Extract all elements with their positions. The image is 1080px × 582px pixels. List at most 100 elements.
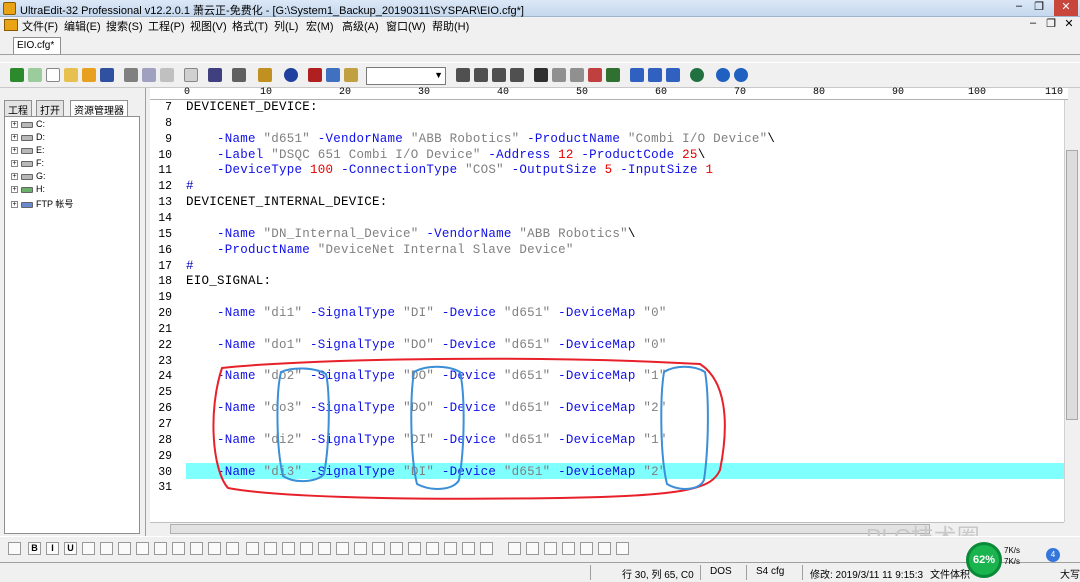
radio-icon[interactable]: [354, 542, 367, 555]
paragraph-icon[interactable]: [136, 542, 149, 555]
code-line[interactable]: #: [186, 179, 194, 193]
horizontal-scroll-thumb[interactable]: [170, 524, 930, 534]
image-icon[interactable]: [246, 542, 259, 555]
menu-edit[interactable]: 编辑(E): [64, 18, 101, 34]
help-icon[interactable]: [734, 68, 748, 82]
tree-item-g[interactable]: + G:: [11, 171, 46, 183]
list-icon[interactable]: [208, 68, 222, 82]
align-center-icon[interactable]: [172, 542, 185, 555]
code-line[interactable]: -Label "DSQC 651 Combi I/O Device" -Addr…: [186, 148, 705, 162]
code-line[interactable]: EIO_SIGNAL:: [186, 274, 271, 288]
paste-icon[interactable]: [344, 68, 358, 82]
restore-button[interactable]: ❐: [1030, 0, 1048, 13]
underline-icon[interactable]: U: [64, 542, 77, 555]
open-recent-icon[interactable]: [82, 68, 96, 82]
code-line[interactable]: DEVICENET_INTERNAL_DEVICE:: [186, 195, 388, 209]
new-file-icon[interactable]: [46, 68, 60, 82]
layout-icon[interactable]: [526, 542, 539, 555]
find-prev-icon[interactable]: [570, 68, 584, 82]
align-right-icon[interactable]: [492, 68, 506, 82]
outdent-icon[interactable]: [226, 542, 239, 555]
italic-icon[interactable]: I: [46, 542, 59, 555]
doc-icon[interactable]: [4, 19, 18, 31]
checkbox-icon[interactable]: [336, 542, 349, 555]
code-line[interactable]: -Name "DN_Internal_Device" -VendorName "…: [186, 227, 636, 241]
indent-icon[interactable]: [82, 542, 95, 555]
clipboard-combo[interactable]: ▼: [366, 67, 446, 85]
menu-project[interactable]: 工程(P): [148, 18, 185, 34]
hex-icon[interactable]: [232, 68, 246, 82]
menu-file[interactable]: 文件(F): [22, 18, 58, 34]
justify-icon[interactable]: [208, 542, 221, 555]
tree-item-ftp[interactable]: + FTP 帐号: [11, 197, 73, 209]
code-line[interactable]: -Name "d651" -VendorName "ABB Robotics" …: [186, 132, 775, 146]
expand-icon[interactable]: +: [11, 134, 18, 142]
doc-close-button[interactable]: ✕: [1060, 17, 1078, 30]
file-tab-eio-cfg[interactable]: EIO.cfg*: [13, 37, 61, 54]
code-line[interactable]: -Name "di1" -SignalType "DI" -Device "d6…: [186, 306, 667, 320]
html-icon[interactable]: [480, 542, 493, 555]
expand-icon[interactable]: +: [11, 121, 18, 129]
window-icon[interactable]: [630, 68, 644, 82]
tree-item-e[interactable]: + E:: [11, 145, 45, 157]
close-button[interactable]: ✕: [1054, 0, 1078, 16]
code-line[interactable]: -Name "di3" -SignalType "DI" -Device "d6…: [186, 465, 667, 479]
find-in-files-icon[interactable]: [606, 68, 620, 82]
align-right-icon[interactable]: [190, 542, 203, 555]
split-icon[interactable]: [648, 68, 662, 82]
back-icon[interactable]: [10, 68, 24, 82]
textarea-icon[interactable]: [390, 542, 403, 555]
copy-icon[interactable]: [326, 68, 340, 82]
document-icon[interactable]: [184, 68, 198, 82]
expand-icon[interactable]: +: [11, 186, 18, 194]
browser-icon[interactable]: [284, 68, 298, 82]
menu-window[interactable]: 窗口(W): [386, 18, 426, 34]
code-line[interactable]: -Name "do1" -SignalType "DO" -Device "d6…: [186, 338, 667, 352]
code-line[interactable]: #: [186, 259, 194, 273]
form-icon[interactable]: [282, 542, 295, 555]
align-left-icon[interactable]: [154, 542, 167, 555]
replace-icon[interactable]: [588, 68, 602, 82]
print-icon[interactable]: [124, 68, 138, 82]
tree-item-d[interactable]: + D:: [11, 132, 45, 144]
tab-project[interactable]: 工程: [4, 100, 32, 117]
validate-icon[interactable]: [598, 542, 611, 555]
cascade-icon[interactable]: [666, 68, 680, 82]
tab-explorer[interactable]: 资源管理器: [70, 100, 128, 117]
find-icon[interactable]: [534, 68, 548, 82]
expand-icon[interactable]: +: [11, 201, 18, 209]
format-icon[interactable]: [8, 542, 21, 555]
save-icon[interactable]: [100, 68, 114, 82]
select-icon[interactable]: [372, 542, 385, 555]
menu-help[interactable]: 帮助(H): [432, 18, 469, 34]
menu-search[interactable]: 搜索(S): [106, 18, 143, 34]
anchor-icon[interactable]: [426, 542, 439, 555]
minimize-button[interactable]: –: [1010, 0, 1028, 12]
code-line[interactable]: -Name "di2" -SignalType "DI" -Device "d6…: [186, 433, 667, 447]
hr-icon[interactable]: [300, 542, 313, 555]
notification-badge[interactable]: 4: [1046, 548, 1060, 562]
doc-minimize-button[interactable]: –: [1024, 17, 1042, 29]
expand-icon[interactable]: +: [11, 147, 18, 155]
globe-icon[interactable]: [690, 68, 704, 82]
bullets-icon[interactable]: [100, 542, 113, 555]
input-icon[interactable]: [318, 542, 331, 555]
tree-item-h[interactable]: + H:: [11, 184, 45, 196]
justify-icon[interactable]: [510, 68, 524, 82]
forward-icon[interactable]: [28, 68, 42, 82]
cut-icon[interactable]: [308, 68, 322, 82]
file-icon[interactable]: [258, 68, 272, 82]
media-icon[interactable]: [562, 542, 575, 555]
tree-item-c[interactable]: + C:: [11, 119, 45, 131]
print-preview-icon[interactable]: [142, 68, 156, 82]
button-icon[interactable]: [408, 542, 421, 555]
find-next-icon[interactable]: [552, 68, 566, 82]
numbering-icon[interactable]: [118, 542, 131, 555]
table-icon[interactable]: [264, 542, 277, 555]
grid-icon[interactable]: [508, 542, 521, 555]
symbol-icon[interactable]: [462, 542, 475, 555]
align-center-icon[interactable]: [474, 68, 488, 82]
code-line[interactable]: -ProductName "DeviceNet Internal Slave D…: [186, 243, 574, 257]
code-line[interactable]: -Name "do2" -SignalType "DO" -Device "d6…: [186, 369, 667, 383]
menu-advanced[interactable]: 高级(A): [342, 18, 379, 34]
